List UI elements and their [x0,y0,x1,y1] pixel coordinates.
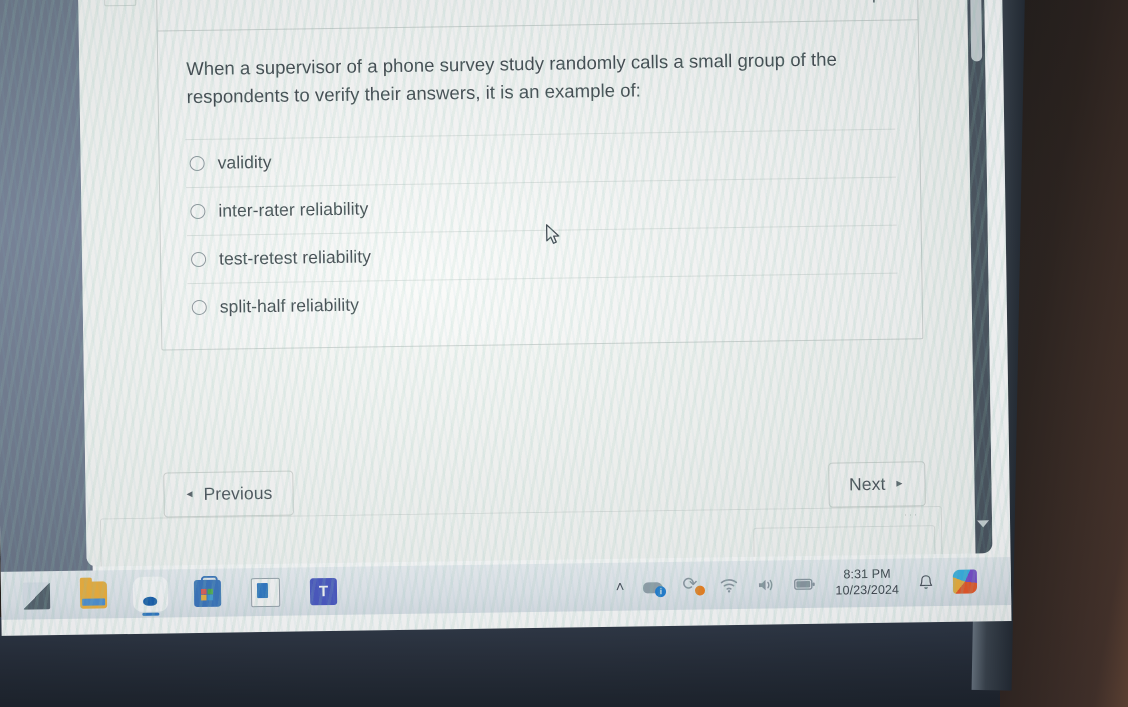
teams-glyph: T [318,582,329,600]
system-tray: ˄ i ⟳ 8:31 PM 10/23/2024 [615,566,978,603]
laptop-screen: Question 12 1 pts When a supervisor of a… [0,0,1012,636]
taskbar-widgets-icon[interactable] [22,581,51,610]
answer-option-label: validity [217,152,272,173]
clock-time: 8:31 PM [843,567,891,582]
photo-of-laptop-screen: Question 12 1 pts When a supervisor of a… [0,0,1128,707]
previous-button[interactable]: ◄ Previous [163,470,294,518]
scrollbar-thumb[interactable] [969,0,983,62]
document-icon [103,0,137,7]
taskbar-window-app-icon[interactable] [250,577,281,607]
radio-button-icon[interactable] [190,204,206,220]
volume-icon[interactable] [757,577,775,592]
question-text: When a supervisor of a phone survey stud… [186,48,837,108]
battery-icon[interactable] [794,577,816,590]
taskbar-app-icons: T [1,576,338,616]
radio-button-icon[interactable] [191,300,207,316]
previous-button-label: Previous [203,482,273,504]
next-button-label: Next [848,473,886,495]
arrow-right-icon: ► [894,478,905,490]
question-body: When a supervisor of a phone survey stud… [158,20,919,117]
radio-button-icon[interactable] [190,252,207,268]
answer-option-label: test-retest reliability [218,246,372,269]
next-button[interactable]: Next ► [827,461,926,508]
taskbar-clock[interactable]: 8:31 PM 10/23/2024 [835,567,899,599]
quiz-page: Question 12 1 pts When a supervisor of a… [77,0,993,567]
bell-notification-icon[interactable] [918,574,934,591]
answer-option-3[interactable]: split-half reliability [187,274,898,332]
taskbar-file-explorer-icon[interactable] [79,580,108,609]
windows-taskbar: T ˄ i ⟳ 8:31 PM 10/23/2024 [0,556,1012,620]
chevron-up-icon[interactable]: ˄ [616,578,625,595]
question-box: 1 pts When a supervisor of a phone surve… [155,0,924,351]
active-app-underline [142,612,160,616]
sync-alert-badge [695,584,706,596]
points-label: 1 pts [857,0,895,4]
mouse-cursor [545,224,560,244]
answer-option-label: inter-rater reliability [218,198,369,221]
arrow-left-icon: ◄ [184,488,195,500]
radio-button-icon[interactable] [189,156,205,172]
sync-refresh-icon[interactable] [682,577,706,596]
taskbar-microsoft-store-icon[interactable] [193,579,222,607]
wifi-icon[interactable] [720,577,738,593]
chevron-down-icon[interactable] [977,520,990,528]
onedrive-icon[interactable]: i [643,579,667,597]
onedrive-badge: i [655,585,667,597]
answer-option-label: split-half reliability [219,294,360,317]
partial-panel-marks: ··· [903,509,920,520]
clock-date: 10/23/2024 [835,582,900,598]
partial-bottom-subpanel [753,525,936,559]
question-card: Question 12 1 pts When a supervisor of a… [155,0,924,351]
taskbar-microsoft-edge-icon[interactable] [136,580,165,616]
taskbar-microsoft-teams-icon[interactable]: T [309,577,338,605]
answer-options-list: validity inter-rater reliability test-re… [159,128,922,349]
copilot-icon[interactable] [952,569,978,594]
browser-window: Question 12 1 pts When a supervisor of a… [77,0,993,567]
